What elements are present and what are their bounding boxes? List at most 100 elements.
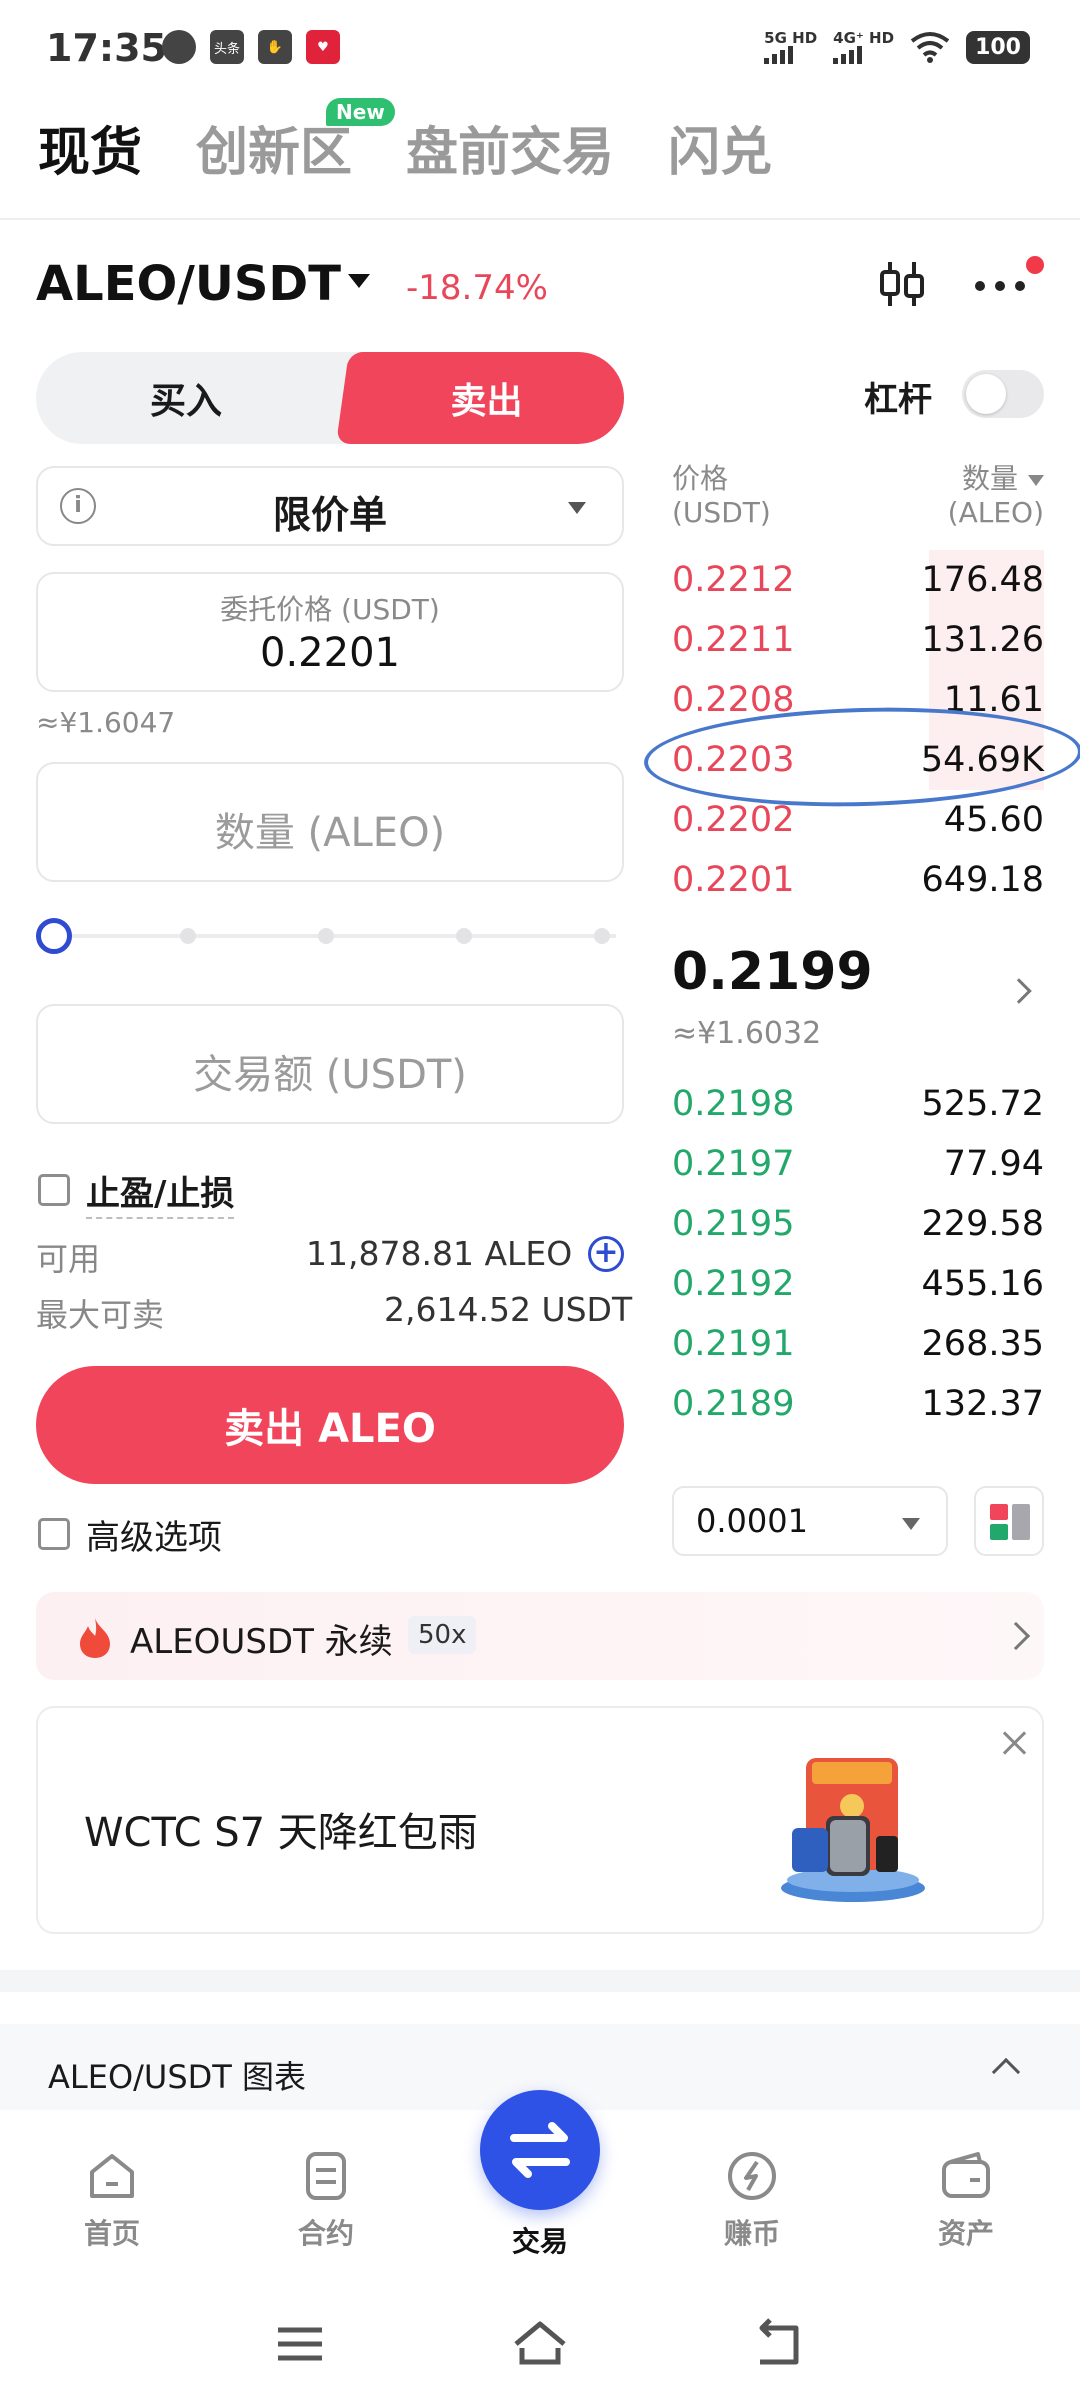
pair-selector[interactable]: ALEO/USDT (36, 256, 341, 312)
market-tabs: 现货 创新区 New 盘前交易 闪兑 (38, 98, 772, 185)
slider-node-75[interactable] (456, 928, 472, 944)
ask-price: 0.2211 (672, 620, 795, 660)
perpetual-banner[interactable]: ALEOUSDT 永续 50x (36, 1592, 1044, 1680)
dropdown-caret-icon (568, 502, 586, 514)
nav-assets[interactable]: 资产 (896, 2148, 1036, 2252)
system-home-icon[interactable] (510, 2314, 570, 2374)
price-cny-estimate: ≈¥1.6047 (36, 706, 176, 739)
tab-spot[interactable]: 现货 (38, 110, 142, 185)
qty-header-unit: (ALEO) (947, 496, 1044, 529)
slider-handle[interactable] (36, 918, 72, 954)
quantity-slider[interactable] (36, 918, 624, 954)
orderbook-qty-header[interactable]: 数量 (ALEO) (948, 462, 1044, 530)
last-price-cny: ≈¥1.6032 (672, 1016, 822, 1051)
candlestick-chart-icon[interactable] (874, 256, 930, 312)
order-type-select[interactable]: i 限价单 (36, 466, 624, 546)
quantity-input[interactable]: 数量 (ALEO) (36, 762, 624, 882)
toutiao-icon: 头条 (210, 30, 244, 64)
nav-earn[interactable]: 赚币 (682, 2148, 822, 2252)
price-input[interactable]: 委托价格 (USDT) 0.2201 (36, 572, 624, 692)
caret-down-icon[interactable] (348, 274, 370, 288)
chevron-right-icon[interactable] (1006, 978, 1032, 1004)
status-bar: 17:35 头条 ✋ ♥ 5G HD 4G⁺ HD 100 (0, 0, 1080, 96)
ask-row[interactable]: 0.2201 649.18 (672, 850, 1044, 910)
chevron-up-icon[interactable] (991, 2057, 1021, 2087)
ask-price: 0.2201 (672, 860, 795, 900)
bid-qty: 77.94 (943, 1144, 1044, 1184)
nav-assets-label: 资产 (937, 2217, 994, 2250)
order-type-label: 限价单 (272, 493, 387, 537)
buy-sell-toggle: 买入 卖出 (36, 352, 624, 444)
orderbook-layout-button[interactable] (974, 1486, 1044, 1556)
leverage-toggle[interactable] (962, 370, 1044, 418)
nav-home[interactable]: 首页 (42, 2148, 182, 2252)
ask-row[interactable]: 0.2212 176.48 (672, 550, 1044, 610)
amount-input[interactable]: 交易额 (USDT) (36, 1004, 624, 1124)
bid-qty: 229.58 (921, 1204, 1044, 1244)
tabs-divider (0, 218, 1080, 220)
ask-price: 0.2212 (672, 560, 795, 600)
qty-header-title: 数量 (961, 462, 1018, 495)
tpsl-checkbox[interactable] (38, 1174, 70, 1206)
price-input-label: 委托价格 (USDT) (220, 593, 440, 626)
bid-row[interactable]: 0.2195 229.58 (672, 1194, 1044, 1254)
bid-row[interactable]: 0.2191 268.35 (672, 1314, 1044, 1374)
ask-price: 0.2202 (672, 800, 795, 840)
contract-icon (306, 2152, 346, 2200)
new-badge: New (326, 98, 395, 126)
sell-tab[interactable]: 卖出 (336, 352, 624, 444)
bid-row[interactable]: 0.2189 132.37 (672, 1374, 1044, 1434)
price-header-title: 价格 (672, 462, 729, 495)
amount-placeholder: 交易额 (USDT) (193, 1052, 467, 1098)
nav-contract[interactable]: 合约 (256, 2148, 396, 2252)
advanced-options-label[interactable]: 高级选项 (86, 1510, 222, 1559)
nav-trade[interactable] (480, 2090, 600, 2210)
orderbook-price-header: 价格 (USDT) (672, 462, 771, 530)
sell-submit-button[interactable]: 卖出 ALEO (36, 1366, 624, 1484)
leverage-badge: 50x (408, 1616, 477, 1654)
promo-card[interactable]: WCTC S7 天降红包雨 (36, 1706, 1044, 1934)
chevron-right-icon (1001, 1621, 1031, 1651)
nav-trade-label: 交易 (511, 2225, 568, 2258)
last-price[interactable]: 0.2199 (672, 942, 873, 1002)
menu-icon[interactable] (270, 2314, 330, 2374)
notification-icons: 头条 ✋ ♥ (162, 30, 340, 64)
flame-icon (80, 1618, 110, 1658)
advanced-options-checkbox[interactable] (38, 1518, 70, 1550)
layout-list-block (1012, 1504, 1030, 1540)
signal-4g-icon: 4G⁺ HD (833, 30, 894, 64)
tab-convert[interactable]: 闪兑 (668, 110, 772, 185)
earn-icon (728, 2152, 776, 2200)
more-icon[interactable] (970, 276, 1030, 296)
ask-qty: 45.60 (943, 800, 1044, 840)
max-sell-value: 2,614.52 USDT (384, 1290, 633, 1329)
tab-premarket[interactable]: 盘前交易 (406, 110, 614, 185)
add-funds-icon[interactable]: + (588, 1236, 624, 1272)
available-value: 11,878.81 ALEO (306, 1234, 573, 1273)
app-red-icon: ♥ (306, 30, 340, 64)
tpsl-label[interactable]: 止盈/止损 (86, 1166, 235, 1219)
leverage-label: 杠杆 (864, 380, 932, 420)
close-icon[interactable] (998, 1726, 1032, 1760)
slider-node-50[interactable] (318, 928, 334, 944)
slider-track (56, 934, 616, 938)
nav-earn-label: 赚币 (723, 2217, 780, 2250)
bid-row[interactable]: 0.2198 525.72 (672, 1074, 1044, 1134)
slider-node-25[interactable] (180, 928, 196, 944)
bid-price: 0.2195 (672, 1204, 795, 1244)
tab-innovation[interactable]: 创新区 New (196, 98, 395, 185)
promo-text: WCTC S7 天降红包雨 (84, 1810, 478, 1856)
precision-select[interactable]: 0.0001 (672, 1486, 948, 1556)
back-icon[interactable] (750, 2314, 810, 2374)
battery-icon: 100 (966, 30, 1030, 64)
slider-node-100[interactable] (594, 928, 610, 944)
price-input-value[interactable]: 0.2201 (38, 630, 622, 676)
layout-bid-block (990, 1524, 1008, 1540)
ask-row[interactable]: 0.2211 131.26 (672, 610, 1044, 670)
buy-tab[interactable]: 买入 (36, 352, 336, 444)
bid-row[interactable]: 0.2192 455.16 (672, 1254, 1044, 1314)
pair-header: ALEO/USDT -18.74% (36, 256, 1046, 320)
bid-row[interactable]: 0.2197 77.94 (672, 1134, 1044, 1194)
bid-qty: 455.16 (921, 1264, 1044, 1304)
section-separator (0, 1970, 1080, 1992)
